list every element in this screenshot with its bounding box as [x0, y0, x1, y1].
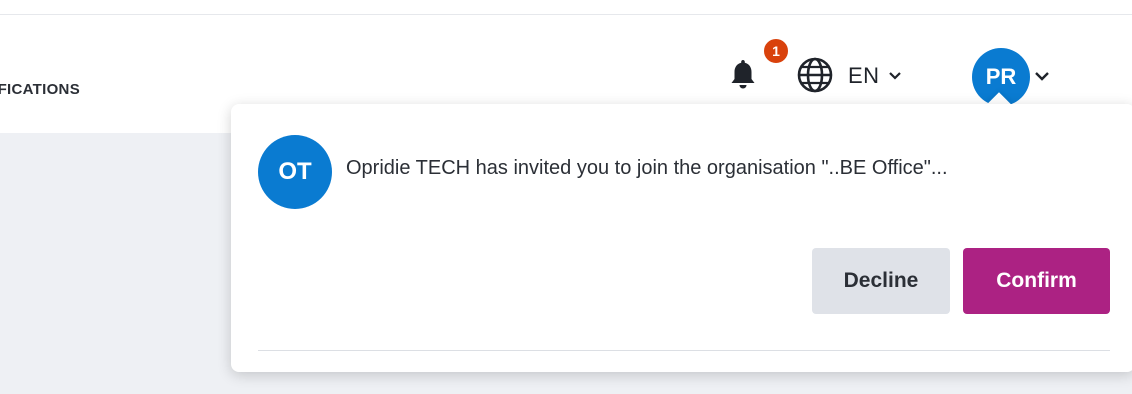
sender-avatar: OT	[258, 135, 332, 209]
chevron-down-icon[interactable]	[1034, 71, 1050, 82]
globe-icon[interactable]	[796, 56, 834, 94]
divider	[258, 350, 1110, 351]
notification-message: Opridie TECH has invited you to join the…	[346, 157, 948, 179]
notification-count-badge: 1	[762, 37, 790, 65]
decline-button[interactable]: Decline	[812, 248, 950, 314]
bell-icon[interactable]	[725, 56, 761, 92]
language-code: EN	[848, 63, 880, 88]
notifications-popover: OT Opridie TECH has invited you to join …	[231, 104, 1132, 372]
confirm-button[interactable]: Confirm	[963, 248, 1110, 314]
language-selector[interactable]: EN	[848, 60, 902, 92]
chevron-down-icon	[888, 72, 901, 80]
nav-item-notifications[interactable]: NOTIFICATIONS	[0, 81, 80, 98]
